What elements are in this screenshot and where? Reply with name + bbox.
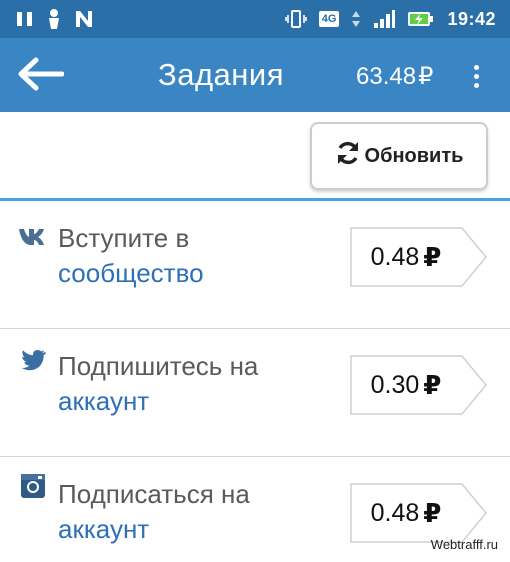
- price-currency: ₽: [423, 369, 442, 400]
- refresh-label: Обновить: [364, 144, 464, 167]
- vibrate-icon: [284, 8, 307, 30]
- battery-charging-icon: [407, 8, 435, 30]
- balance-currency: ₽: [418, 63, 434, 90]
- task-description: Вступите в сообщество: [58, 221, 318, 291]
- arrow-back-icon: [16, 57, 65, 96]
- page-title: Задания: [158, 57, 285, 92]
- task-target-link[interactable]: аккаунт: [58, 512, 318, 547]
- network-type-badge: 4G: [318, 11, 340, 27]
- task-action: Вступите в: [58, 223, 190, 253]
- task-item-twitter[interactable]: Подпишитесь на аккаунт 0.30 ₽: [0, 329, 510, 457]
- pause-icon: [16, 8, 34, 30]
- overflow-menu-button[interactable]: [462, 58, 490, 94]
- vk-icon: [18, 221, 48, 251]
- app-bar: Задания 63.48 ₽: [0, 38, 510, 112]
- task-item-vk[interactable]: Вступите в сообщество 0.48 ₽: [0, 201, 510, 329]
- data-arrows-icon: [351, 8, 361, 30]
- task-action: Подписаться на: [58, 479, 250, 509]
- task-action: Подпишитесь на: [58, 351, 259, 381]
- price-value: 0.30: [370, 370, 420, 399]
- refresh-button[interactable]: Обновить: [310, 122, 488, 190]
- signal-icon: [373, 8, 396, 30]
- more-vert-icon: [473, 64, 479, 70]
- task-target-link[interactable]: аккаунт: [58, 384, 318, 419]
- price-tag: 0.48 ₽: [350, 227, 488, 287]
- n-icon: [74, 8, 94, 30]
- task-description: Подпишитесь на аккаунт: [58, 349, 318, 419]
- status-bar: 4G 19:42: [0, 0, 510, 38]
- instagram-icon: [18, 471, 48, 501]
- watermark: Webtrafff.ru: [430, 537, 498, 552]
- price-value: 0.48: [370, 498, 420, 527]
- person-icon: [46, 8, 62, 30]
- twitter-icon: [18, 345, 48, 375]
- task-list: Вступите в сообщество 0.48 ₽ Подпишитесь…: [0, 201, 510, 562]
- price-tag: 0.48 ₽: [350, 483, 488, 543]
- price-currency: ₽: [423, 497, 442, 528]
- back-button[interactable]: [16, 56, 72, 96]
- task-target-link[interactable]: сообщество: [58, 256, 318, 291]
- task-description: Подписаться на аккаунт: [58, 477, 318, 547]
- price-tag: 0.30 ₽: [350, 355, 488, 415]
- refresh-icon: [335, 140, 361, 172]
- price-currency: ₽: [423, 241, 442, 272]
- price-value: 0.48: [370, 242, 420, 271]
- toolbar: Обновить: [0, 112, 510, 202]
- balance-value: 63.48: [356, 63, 417, 90]
- clock-time: 19:42: [447, 8, 496, 29]
- balance-display: 63.48 ₽: [356, 60, 433, 94]
